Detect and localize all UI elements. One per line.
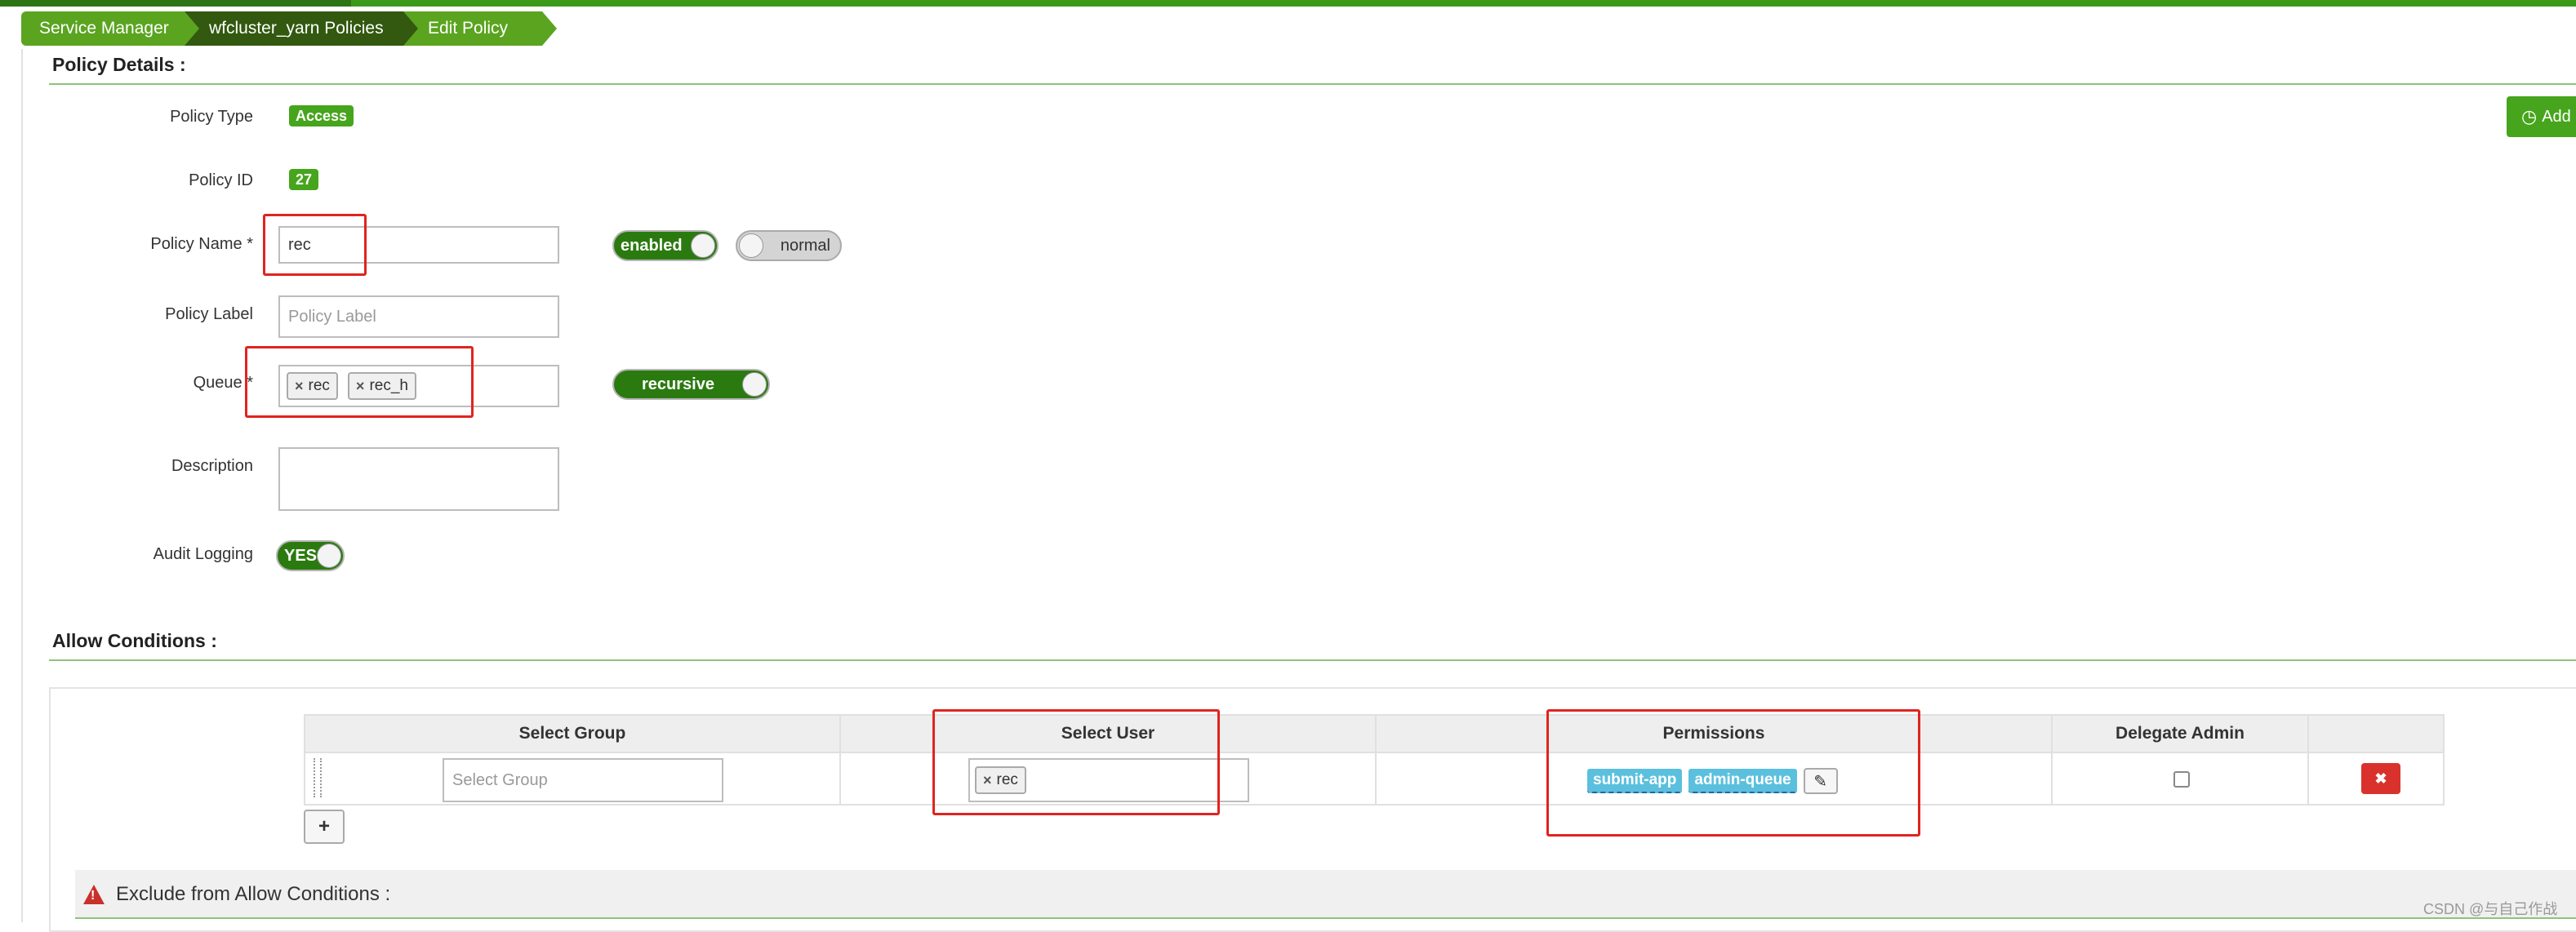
recursive-toggle[interactable]: recursive xyxy=(612,369,770,400)
normal-toggle[interactable]: normal xyxy=(736,230,842,261)
delete-row-button[interactable]: ✖ xyxy=(2361,763,2400,794)
drag-handle-icon[interactable] xyxy=(314,758,322,797)
policy-id-badge: 27 xyxy=(289,169,319,190)
policy-type-label: Policy Type xyxy=(170,108,253,126)
audit-logging-toggle[interactable]: YES xyxy=(276,540,345,571)
policy-label-input[interactable]: Policy Label xyxy=(278,295,559,338)
warning-icon: ! xyxy=(83,885,105,904)
highlight-select-user xyxy=(932,709,1220,815)
audit-logging-label: Audit Logging xyxy=(153,545,253,563)
exclude-divider xyxy=(75,917,2576,919)
cell-divider xyxy=(2307,753,2309,806)
add-row-button[interactable]: + xyxy=(304,810,345,844)
cell-divider xyxy=(1375,753,1377,806)
cell-divider xyxy=(839,753,841,806)
toggle-knob xyxy=(317,544,341,568)
policy-details-title: Policy Details : xyxy=(52,54,186,75)
highlight-queue xyxy=(245,346,474,418)
top-bar-accent xyxy=(0,0,351,7)
add-row-label: + xyxy=(318,815,330,837)
select-group-placeholder: Select Group xyxy=(452,770,548,789)
top-bar xyxy=(0,0,2576,7)
queue-label: Queue * xyxy=(193,374,253,392)
breadcrumb-service-manager[interactable]: Service Manager xyxy=(21,11,199,46)
policy-type-badge: Access xyxy=(289,105,354,126)
select-group-input[interactable]: Select Group xyxy=(443,758,723,802)
policy-label-label: Policy Label xyxy=(165,305,253,323)
conditions-table: Select Group Select User Permissions Del… xyxy=(304,714,2445,806)
breadcrumb-edit-policy[interactable]: Edit Policy xyxy=(403,11,557,46)
delegate-admin-checkbox[interactable] xyxy=(2173,771,2190,788)
breadcrumb-policies[interactable]: wfcluster_yarn Policies xyxy=(185,11,418,46)
audit-logging-value: YES xyxy=(284,546,318,565)
policy-details-divider xyxy=(49,83,2576,85)
toggle-knob xyxy=(742,372,767,397)
header-select-group: Select Group xyxy=(305,716,841,752)
normal-toggle-label: normal xyxy=(780,236,830,255)
highlight-policy-name xyxy=(263,214,367,276)
table-row: Select Group × rec submit-app admin-queue… xyxy=(305,752,2443,806)
clock-icon: ◷ xyxy=(2521,106,2538,126)
add-button[interactable]: ◷ Add xyxy=(2507,96,2576,137)
breadcrumb-label: wfcluster_yarn Policies xyxy=(209,19,384,38)
policy-id-label: Policy ID xyxy=(189,171,253,189)
exclude-section-header[interactable]: ! Exclude from Allow Conditions : xyxy=(75,870,2576,919)
enabled-toggle-label: enabled xyxy=(621,236,683,255)
policy-label-placeholder: Policy Label xyxy=(288,307,376,326)
header-actions xyxy=(2309,716,2443,752)
close-icon: ✖ xyxy=(2374,770,2387,787)
watermark: CSDN @与自己作战 xyxy=(2423,901,2558,917)
exclude-title: Exclude from Allow Conditions : xyxy=(116,883,391,905)
policy-name-label: Policy Name * xyxy=(150,235,253,253)
enabled-toggle[interactable]: enabled xyxy=(612,230,719,261)
breadcrumb-label: Service Manager xyxy=(39,19,169,38)
description-label: Description xyxy=(171,457,253,475)
allow-conditions-title: Allow Conditions : xyxy=(52,630,217,651)
content-left-border xyxy=(21,49,23,922)
recursive-toggle-label: recursive xyxy=(642,375,714,393)
toggle-knob xyxy=(691,233,715,258)
add-button-label: Add xyxy=(2542,107,2571,126)
cell-divider xyxy=(2051,753,2053,806)
header-delegate-admin: Delegate Admin xyxy=(2053,716,2309,752)
highlight-permissions xyxy=(1546,709,1920,837)
breadcrumb-label: Edit Policy xyxy=(428,19,509,38)
allow-conditions-divider xyxy=(49,659,2576,661)
toggle-knob xyxy=(739,233,763,258)
description-textarea[interactable] xyxy=(278,447,559,511)
